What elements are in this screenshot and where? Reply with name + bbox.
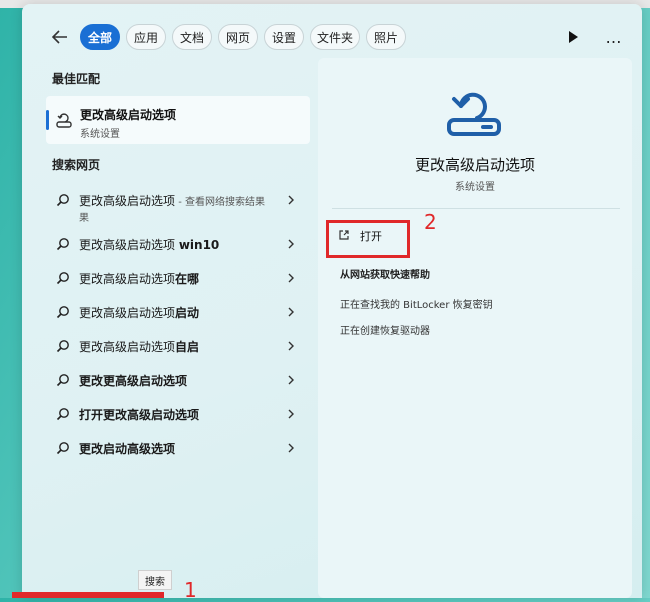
web-result-text: 更改高级启动选项在哪 xyxy=(79,272,200,286)
web-result-row[interactable]: 更改更高级启动选项 xyxy=(46,364,310,396)
annotation-highlight-box xyxy=(326,220,410,258)
web-result-text-continued: 果 xyxy=(79,213,89,224)
back-button[interactable] xyxy=(48,25,72,49)
search-icon xyxy=(56,238,69,251)
annotation-step-2: 2 xyxy=(424,210,437,234)
help-link[interactable]: 正在查找我的 BitLocker 恢复密钥 xyxy=(340,296,493,311)
help-link[interactable]: 正在创建恢复驱动器 xyxy=(340,322,430,337)
filter-tab-apps[interactable]: 应用 xyxy=(126,24,166,50)
best-match-title: 更改高级启动选项 xyxy=(80,108,177,122)
search-icon xyxy=(56,272,69,285)
web-result-row[interactable]: 更改高级启动选项自启 xyxy=(46,330,310,362)
play-icon xyxy=(569,31,578,43)
recovery-icon xyxy=(56,113,72,128)
search-icon xyxy=(56,306,69,319)
detail-subtitle: 系统设置 xyxy=(455,182,495,193)
web-result-text: 打开更改高级启动选项 xyxy=(79,408,200,422)
web-result-row[interactable]: 更改高级启动选项 - 查看网络搜索结果 果 xyxy=(46,184,310,224)
divider xyxy=(332,208,620,209)
filter-tab-settings[interactable]: 设置 xyxy=(264,24,304,50)
web-result-text: 更改启动高级选项 xyxy=(79,442,176,456)
filter-tab-web[interactable]: 网页 xyxy=(218,24,258,50)
chevron-right-icon xyxy=(288,443,294,453)
web-result-row[interactable]: 更改高级启动选项 win10 xyxy=(46,228,310,260)
chevron-right-icon xyxy=(288,273,294,283)
search-icon xyxy=(56,194,69,207)
chevron-right-icon xyxy=(288,409,294,419)
search-icon xyxy=(56,408,69,421)
chevron-right-icon xyxy=(288,375,294,385)
chevron-right-icon xyxy=(288,195,294,205)
selection-indicator xyxy=(46,110,49,130)
search-tooltip: 搜索 xyxy=(138,570,172,590)
web-result-text: 更改高级启动选项启动 xyxy=(79,306,200,320)
filter-tab-all[interactable]: 全部 xyxy=(80,24,120,50)
search-icon xyxy=(56,442,69,455)
filter-bar: 全部 应用 文档 网页 设置 文件夹 照片 … xyxy=(22,22,642,52)
more-filters-button[interactable] xyxy=(564,28,582,46)
recovery-icon xyxy=(447,92,501,136)
more-options-button[interactable]: … xyxy=(602,25,626,49)
web-result-text: 更改高级启动选项 - 查看网络搜索结果 xyxy=(79,194,265,208)
best-match-subtitle: 系统设置 xyxy=(80,129,120,140)
chevron-right-icon xyxy=(288,239,294,249)
web-result-row[interactable]: 更改高级启动选项在哪 xyxy=(46,262,310,294)
annotation-step-1: 1 xyxy=(184,578,197,602)
web-result-row[interactable]: 更改启动高级选项 xyxy=(46,432,310,464)
filter-tab-folders[interactable]: 文件夹 xyxy=(310,24,360,50)
open-button[interactable]: 打开 xyxy=(326,220,410,258)
chevron-right-icon xyxy=(288,341,294,351)
search-web-heading: 搜索网页 xyxy=(52,158,101,172)
detail-pane: 更改高级启动选项 系统设置 打开 2 从网站获取快速帮助 正在查找我的 BitL… xyxy=(318,58,632,598)
web-result-row[interactable]: 更改高级启动选项启动 xyxy=(46,296,310,328)
start-search-panel: 全部 应用 文档 网页 设置 文件夹 照片 … 最佳匹配 更改高级启动选项 系统… xyxy=(22,4,642,598)
help-heading: 从网站获取快速帮助 xyxy=(340,270,430,281)
search-icon xyxy=(56,340,69,353)
search-icon xyxy=(56,374,69,387)
annotation-underline xyxy=(12,592,164,598)
best-match-card[interactable]: 更改高级启动选项 系统设置 xyxy=(46,96,310,144)
filter-tab-documents[interactable]: 文档 xyxy=(172,24,212,50)
web-result-text: 更改更高级启动选项 xyxy=(79,374,188,388)
arrow-left-icon xyxy=(52,30,67,44)
chevron-right-icon xyxy=(288,307,294,317)
best-match-heading: 最佳匹配 xyxy=(52,72,101,86)
web-result-text: 更改高级启动选项自启 xyxy=(79,340,200,354)
web-result-text: 更改高级启动选项 win10 xyxy=(79,238,220,252)
detail-title: 更改高级启动选项 xyxy=(414,156,535,174)
web-result-row[interactable]: 打开更改高级启动选项 xyxy=(46,398,310,430)
filter-tab-photos[interactable]: 照片 xyxy=(366,24,406,50)
